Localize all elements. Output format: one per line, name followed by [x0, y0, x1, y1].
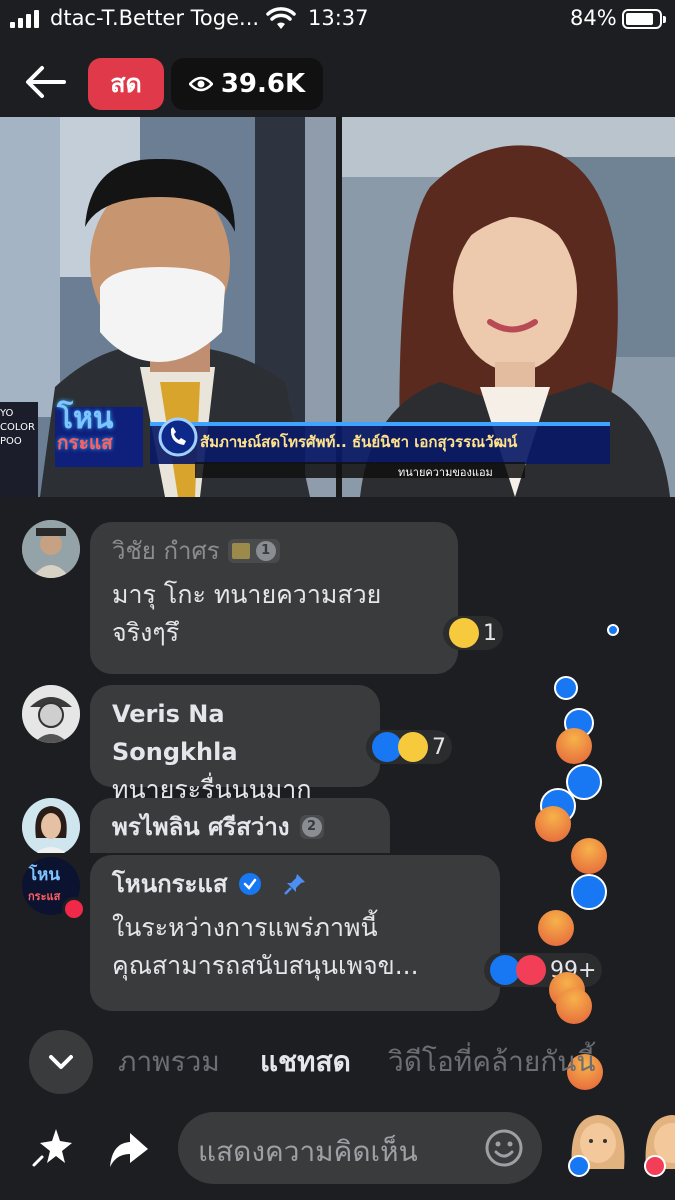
- side-text-3: POO: [0, 436, 22, 447]
- comment-bubble[interactable]: พรไพลิน ศรีสว่าง 2: [90, 798, 390, 853]
- battery-icon: [622, 9, 666, 29]
- program-logo-top: โหน: [57, 401, 114, 436]
- comment-text-line1: ในระหว่างการแพร่ภาพนี้: [112, 913, 378, 942]
- bottom-bar: แสดงความคิดเห็น: [0, 1105, 675, 1200]
- commenter-name[interactable]: โหนกระแส: [112, 865, 228, 903]
- reaction-count: 7: [432, 734, 446, 760]
- live-indicator-icon: [62, 897, 86, 921]
- avatar-like-button[interactable]: [566, 1107, 630, 1177]
- status-bar: dtac-T.Better Toge... 13:37 84%: [0, 0, 675, 40]
- commenter-name[interactable]: วิชัย กำศร: [112, 532, 220, 570]
- reaction-summary[interactable]: 99+: [484, 953, 603, 987]
- caption-main: สัมภาษณ์สดโทรศัพท์.. ธันย์นิชา เอกสุวรรณ…: [200, 433, 518, 451]
- cell-signal-icon: [10, 10, 39, 28]
- badge-number: 2: [301, 817, 322, 837]
- angry-float-icon: [538, 910, 574, 946]
- program-logo: โหน กระแส: [57, 401, 147, 455]
- badge-number: 1: [255, 541, 276, 561]
- angry-float-icon: [556, 988, 592, 1024]
- tab-similar-videos[interactable]: วิดีโอที่คล้ายกันนี้: [388, 1040, 595, 1084]
- comment-bubble[interactable]: Veris Na Songkhla ทนายระรื่นนนมาก: [90, 685, 380, 804]
- avatar[interactable]: [22, 520, 80, 578]
- commenter-name[interactable]: Veris Na Songkhla: [112, 695, 358, 771]
- verified-icon: [238, 873, 261, 895]
- clock: 13:37: [308, 6, 369, 30]
- caption-sub: ทนายความของแอม: [398, 466, 493, 479]
- comment-text-line2: คุณสามารถสนับสนุนเพจข...: [112, 951, 419, 980]
- avatar-love-button[interactable]: [640, 1107, 675, 1177]
- haha-reaction-icon: [398, 732, 428, 762]
- share-arrow-icon: [110, 1133, 148, 1167]
- like-reaction-icon: [568, 1155, 590, 1177]
- program-logo-bottom: กระแส: [57, 432, 113, 454]
- back-arrow-icon: [26, 66, 66, 98]
- battery-percent: 84%: [570, 6, 617, 30]
- side-text-1: YO: [0, 408, 14, 419]
- eye-icon: [188, 76, 213, 92]
- wifi-icon: [266, 7, 296, 36]
- comment-text-line2: จริงๆรึ: [112, 618, 180, 647]
- tab-live-chat[interactable]: แชทสด: [260, 1040, 351, 1084]
- page-avatar-logo-bottom: กระแส: [28, 890, 61, 903]
- angry-float-icon: [571, 838, 607, 874]
- carrier-name: dtac-T.Better Toge...: [50, 6, 260, 30]
- back-button[interactable]: [24, 62, 68, 102]
- tab-overview[interactable]: ภาพรวม: [118, 1040, 220, 1084]
- side-text-2: COLOR: [0, 422, 35, 433]
- viewer-count: 39.6K: [171, 58, 323, 110]
- reaction-count: 1: [483, 620, 497, 646]
- like-float-icon: [571, 874, 607, 910]
- page-avatar-logo-top: โหน: [28, 865, 60, 885]
- avatar[interactable]: [22, 685, 80, 743]
- avatar[interactable]: [22, 798, 80, 853]
- love-reaction-icon: [516, 955, 546, 985]
- reaction-summary[interactable]: 1: [443, 616, 503, 650]
- pin-icon: [283, 874, 305, 895]
- comment-input[interactable]: แสดงความคิดเห็น: [178, 1112, 542, 1184]
- comment-bubble[interactable]: วิชัย กำศร 1 มารุ โกะ ทนายความสวย จริงๆร…: [90, 522, 458, 674]
- haha-reaction-icon: [449, 618, 479, 648]
- stars-button[interactable]: [30, 1125, 74, 1169]
- commenter-name[interactable]: พรไพลิน ศรีสว่าง: [112, 808, 290, 846]
- top-fan-icon: [231, 543, 250, 559]
- fan-badge: 1: [227, 539, 280, 563]
- side-product-text: YO COLOR POO: [0, 407, 38, 449]
- live-video[interactable]: โหน กระแส สัมภาษณ์สดโทรศัพท์.. ธันย์นิชา…: [0, 117, 675, 497]
- like-float-icon: [607, 624, 619, 636]
- like-float-icon: [554, 676, 578, 700]
- viewer-count-value: 39.6K: [220, 69, 306, 99]
- emoji-icon[interactable]: [484, 1128, 524, 1168]
- star-sparkle-icon: [32, 1129, 72, 1167]
- live-badge: สด: [88, 58, 164, 110]
- collapse-button[interactable]: [29, 1030, 93, 1094]
- comment-placeholder: แสดงความคิดเห็น: [198, 1135, 418, 1168]
- love-reaction-icon: [644, 1155, 666, 1177]
- angry-float-icon: [535, 806, 571, 842]
- fan-badge: 2: [299, 815, 324, 839]
- comment-text-line1: มารุ โกะ ทนายความสวย: [112, 580, 382, 609]
- angry-float-icon: [556, 728, 592, 764]
- comment-bubble[interactable]: โหนกระแส ในระหว่างการแพร่ภาพนี้ คุณสามาร…: [90, 855, 500, 1011]
- tab-bar: ภาพรวม แชทสด วิดีโอที่คล้ายกันนี้: [0, 1025, 675, 1095]
- chevron-down-icon: [49, 1055, 73, 1069]
- share-button[interactable]: [106, 1127, 150, 1171]
- reaction-summary[interactable]: 7: [366, 730, 452, 764]
